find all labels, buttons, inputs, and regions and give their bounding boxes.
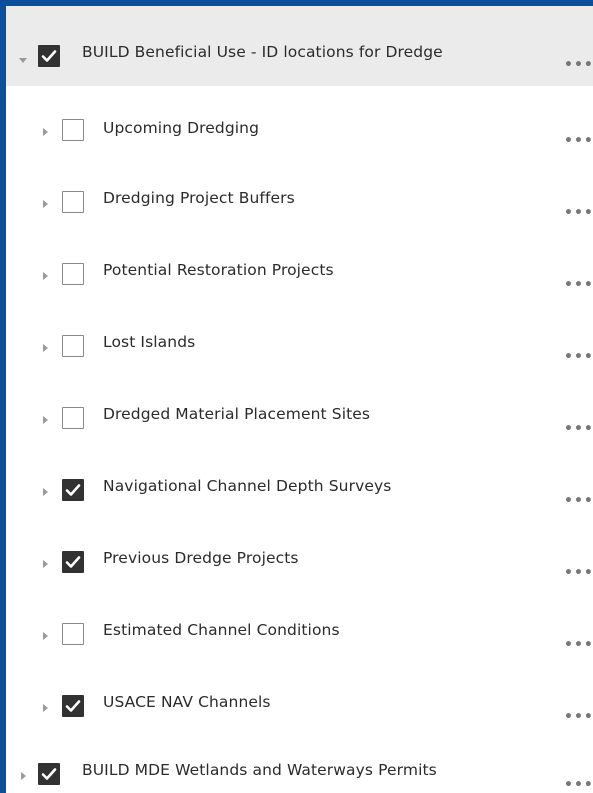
caret-right-icon[interactable] [43, 560, 48, 568]
layer-item-dredged-material-placement-sites[interactable]: Dredged Material Placement Sites ••• [6, 390, 593, 460]
caret-right-icon[interactable] [21, 772, 26, 780]
check-icon [65, 700, 81, 712]
more-options-icon[interactable]: ••• [564, 778, 593, 792]
layer-label: Dredged Material Placement Sites [103, 405, 371, 423]
more-options-icon[interactable]: ••• [564, 638, 593, 652]
layer-checkbox[interactable] [38, 45, 60, 67]
more-options-icon[interactable]: ••• [564, 494, 593, 508]
layer-checkbox[interactable] [62, 623, 84, 645]
more-options-icon[interactable]: ••• [564, 350, 593, 364]
caret-down-icon[interactable] [19, 58, 27, 63]
layer-label: Estimated Channel Conditions [103, 621, 340, 639]
layer-item-previous-dredge-projects[interactable]: Previous Dredge Projects ••• [6, 534, 593, 604]
layer-checkbox[interactable] [62, 695, 84, 717]
caret-right-icon[interactable] [43, 488, 48, 496]
layer-label: Potential Restoration Projects [103, 261, 334, 279]
more-options-icon[interactable]: ••• [564, 278, 593, 292]
check-icon [41, 50, 57, 62]
layer-item-navigational-channel-depth-surveys[interactable]: Navigational Channel Depth Surveys ••• [6, 462, 593, 532]
caret-right-icon[interactable] [43, 200, 48, 208]
layer-item-lost-islands[interactable]: Lost Islands ••• [6, 318, 593, 388]
layer-item-upcoming-dredging[interactable]: Upcoming Dredging ••• [6, 102, 593, 172]
more-options-icon[interactable]: ••• [564, 566, 593, 580]
layer-group-build-mde-wetlands[interactable]: BUILD MDE Wetlands and Waterways Permits… [6, 746, 593, 793]
layer-checkbox[interactable] [38, 763, 60, 785]
more-options-icon[interactable]: ••• [564, 710, 593, 724]
layer-label: Dredging Project Buffers [103, 189, 295, 207]
more-options-icon[interactable]: ••• [564, 134, 593, 148]
layer-list-panel: BUILD Beneficial Use - ID locations for … [0, 0, 593, 793]
layer-checkbox[interactable] [62, 551, 84, 573]
layer-item-usace-nav-channels[interactable]: USACE NAV Channels ••• [6, 678, 593, 748]
caret-right-icon[interactable] [43, 344, 48, 352]
caret-right-icon[interactable] [43, 632, 48, 640]
layer-item-potential-restoration-projects[interactable]: Potential Restoration Projects ••• [6, 246, 593, 316]
layer-checkbox[interactable] [62, 191, 84, 213]
caret-right-icon[interactable] [43, 272, 48, 280]
check-icon [41, 768, 57, 780]
caret-right-icon[interactable] [43, 704, 48, 712]
layer-checkbox[interactable] [62, 335, 84, 357]
layer-label: Navigational Channel Depth Surveys [103, 477, 392, 495]
check-icon [65, 556, 81, 568]
layer-label: Previous Dredge Projects [103, 549, 299, 567]
layer-item-estimated-channel-conditions[interactable]: Estimated Channel Conditions ••• [6, 606, 593, 676]
layer-item-dredging-project-buffers[interactable]: Dredging Project Buffers ••• [6, 174, 593, 244]
layer-checkbox[interactable] [62, 407, 84, 429]
check-icon [65, 484, 81, 496]
layer-label: USACE NAV Channels [103, 693, 271, 711]
layer-label: BUILD MDE Wetlands and Waterways Permits [82, 761, 437, 779]
layer-label: BUILD Beneficial Use - ID locations for … [82, 43, 443, 61]
layer-checkbox[interactable] [62, 263, 84, 285]
more-options-icon[interactable]: ••• [564, 206, 593, 220]
caret-right-icon[interactable] [43, 128, 48, 136]
layer-checkbox[interactable] [62, 479, 84, 501]
layer-label: Lost Islands [103, 333, 196, 351]
layer-checkbox[interactable] [62, 119, 84, 141]
layer-label: Upcoming Dredging [103, 119, 260, 137]
more-options-icon[interactable]: ••• [564, 58, 593, 72]
layer-group-build-beneficial-use[interactable]: BUILD Beneficial Use - ID locations for … [6, 6, 593, 86]
caret-right-icon[interactable] [43, 416, 48, 424]
more-options-icon[interactable]: ••• [564, 422, 593, 436]
